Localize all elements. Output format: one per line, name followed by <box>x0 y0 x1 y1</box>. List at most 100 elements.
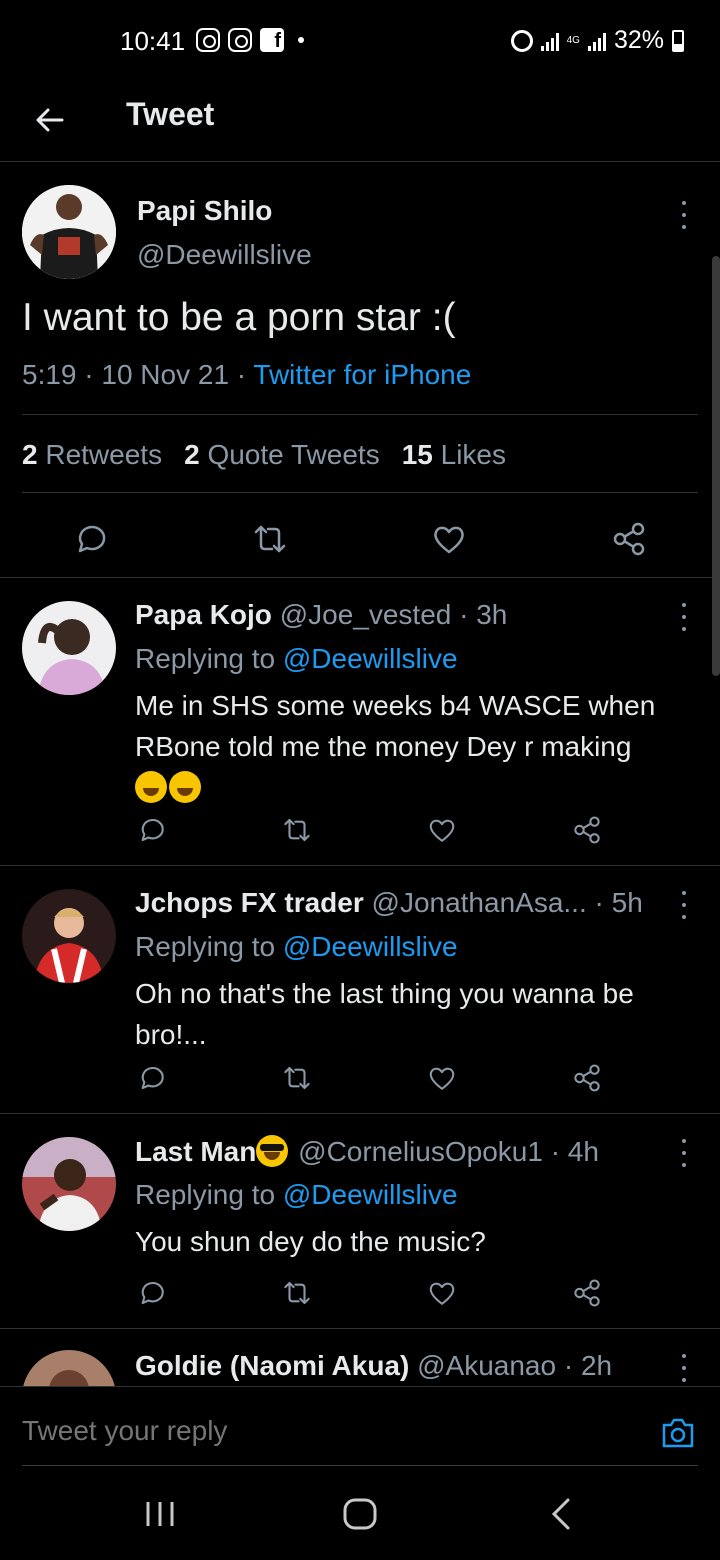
reply-time: · 5h <box>586 887 643 918</box>
author-handle[interactable]: @Deewillslive <box>137 239 312 271</box>
retweet-icon[interactable] <box>282 1278 312 1308</box>
avatar[interactable] <box>22 1350 116 1386</box>
reply-time: · 4h <box>542 1136 599 1167</box>
avatar[interactable] <box>22 1137 116 1231</box>
home-icon[interactable] <box>340 1496 380 1532</box>
avatar[interactable] <box>22 889 116 983</box>
reply-icon[interactable] <box>136 1063 166 1093</box>
reply-input[interactable] <box>22 1415 582 1447</box>
reply-time: · 3h <box>451 599 508 630</box>
more-vertical-icon[interactable] <box>680 603 688 631</box>
share-icon[interactable] <box>572 1063 602 1093</box>
replying-to-link[interactable]: @Deewillslive <box>283 931 458 962</box>
reply-header: Jchops FX trader @JonathanAsa... · 5h <box>135 887 643 919</box>
replying-to: Replying to @Deewillslive <box>135 931 458 963</box>
heart-icon[interactable] <box>427 1278 457 1308</box>
quotes-count: 2 <box>184 439 200 470</box>
reply-author-name[interactable]: Jchops FX trader <box>135 887 364 918</box>
share-icon[interactable] <box>611 521 647 557</box>
scrollbar[interactable] <box>712 256 720 676</box>
top-app-bar: Tweet <box>0 84 720 162</box>
reply-icon[interactable] <box>72 521 108 557</box>
facebook-icon: f <box>260 28 284 52</box>
rofl-emoji-icon <box>169 771 201 803</box>
reply-text-content: Me in SHS some weeks b4 WASCE when RBone… <box>135 690 656 762</box>
reply-text: Oh no that's the last thing you wanna be… <box>135 978 634 1050</box>
more-vertical-icon[interactable] <box>680 1354 688 1382</box>
retweets-count: 2 <box>22 439 38 470</box>
joy-emoji-icon <box>135 771 167 803</box>
replying-prefix: Replying to <box>135 931 283 962</box>
avatar[interactable] <box>22 601 116 695</box>
divider <box>22 492 698 493</box>
author-name[interactable]: Papi Shilo <box>137 195 272 227</box>
instagram-icon <box>196 28 220 52</box>
more-vertical-icon[interactable] <box>680 201 688 229</box>
more-notifications-dot-icon <box>298 37 304 43</box>
reply-tweet[interactable]: Jchops FX trader @JonathanAsa... · 5h Re… <box>0 867 720 1114</box>
tweet-meta: 5:19 · 10 Nov 21 · Twitter for iPhone <box>22 359 471 391</box>
sunglasses-emoji-icon <box>256 1135 289 1167</box>
replying-to: Replying to @Deewillslive <box>135 1179 458 1211</box>
reply-header: Papa Kojo @Joe_vested · 3h <box>135 599 507 631</box>
reply-composer <box>0 1386 720 1467</box>
reply-icon[interactable] <box>136 1278 166 1308</box>
heart-icon[interactable] <box>431 521 467 557</box>
arrow-left-icon[interactable] <box>34 104 66 136</box>
reply-tweet[interactable]: Last Man @CorneliusOpoku1 · 4h Replying … <box>0 1115 720 1329</box>
retweets-stat[interactable]: 2 Retweets <box>22 439 162 471</box>
reply-author-handle[interactable]: @Joe_vested <box>280 599 452 630</box>
avatar-image <box>22 185 116 279</box>
reply-author-handle[interactable]: @CorneliusOpoku1 <box>298 1136 543 1167</box>
tweet-source-link[interactable]: Twitter for iPhone <box>253 359 471 390</box>
reply-author-name[interactable]: Goldie (Naomi Akua) <box>135 1350 409 1381</box>
avatar-image <box>22 1137 116 1231</box>
replying-prefix: Replying to <box>135 643 283 674</box>
more-vertical-icon[interactable] <box>680 891 688 919</box>
battery-icon <box>672 29 684 52</box>
notification-icons: f <box>196 28 304 52</box>
back-nav-icon[interactable] <box>542 1496 582 1532</box>
reply-icon[interactable] <box>136 815 166 845</box>
likes-label: Likes <box>440 439 507 470</box>
recent-apps-icon[interactable] <box>140 1496 180 1532</box>
retweets-label: Retweets <box>45 439 163 470</box>
status-bar: 10:41 f 4G 32% <box>0 0 720 84</box>
retweet-icon[interactable] <box>282 1063 312 1093</box>
share-icon[interactable] <box>572 815 602 845</box>
more-vertical-icon[interactable] <box>680 1139 688 1167</box>
heart-icon[interactable] <box>427 815 457 845</box>
likes-stat[interactable]: 15 Likes <box>402 439 506 471</box>
retweet-icon[interactable] <box>252 521 288 557</box>
reply-author-name[interactable]: Last Man <box>135 1136 256 1167</box>
divider <box>22 414 698 415</box>
system-navigation-bar <box>0 1466 720 1560</box>
signal-icon <box>540 31 559 51</box>
replying-to-link[interactable]: @Deewillslive <box>283 643 458 674</box>
retweet-icon[interactable] <box>282 815 312 845</box>
reply-tweet[interactable]: Goldie (Naomi Akua) @Akuanao · 2h <box>0 1330 720 1386</box>
reply-text: Me in SHS some weeks b4 WASCE when RBone… <box>135 685 695 808</box>
heart-icon[interactable] <box>427 1063 457 1093</box>
reply-author-name[interactable]: Papa Kojo <box>135 599 272 630</box>
camera-icon[interactable] <box>660 1415 696 1451</box>
reply-header: Goldie (Naomi Akua) @Akuanao · 2h <box>135 1350 612 1382</box>
tweet-timestamp: 5:19 · 10 Nov 21 · <box>22 359 254 390</box>
reply-text: You shun dey do the music? <box>135 1226 486 1257</box>
main-tweet: Papi Shilo @Deewillslive I want to be a … <box>0 163 720 578</box>
reply-author-handle[interactable]: @JonathanAsa... <box>372 887 587 918</box>
avatar-image <box>22 601 116 695</box>
alarm-icon <box>510 29 533 52</box>
quotes-label: Quote Tweets <box>207 439 380 470</box>
replying-to-link[interactable]: @Deewillslive <box>283 1179 458 1210</box>
tweet-stats: 2 Retweets 2 Quote Tweets 15 Likes <box>22 439 506 471</box>
share-icon[interactable] <box>572 1278 602 1308</box>
battery-percent: 32% <box>613 26 664 54</box>
reply-header: Last Man @CorneliusOpoku1 · 4h <box>135 1135 599 1168</box>
likes-count: 15 <box>401 439 433 470</box>
reply-author-handle[interactable]: @Akuanao <box>417 1350 556 1381</box>
quotes-stat[interactable]: 2 Quote Tweets <box>184 439 380 471</box>
tweet-text: I want to be a porn star :( <box>22 296 456 339</box>
reply-tweet[interactable]: Papa Kojo @Joe_vested · 3h Replying to @… <box>0 579 720 866</box>
avatar[interactable] <box>22 185 116 279</box>
